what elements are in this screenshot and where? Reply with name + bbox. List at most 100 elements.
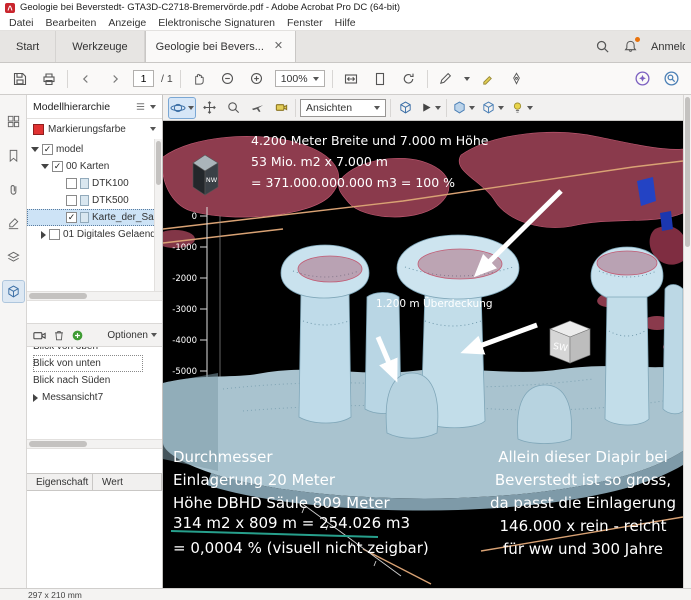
add-view-icon[interactable] [71,329,84,342]
tab-start[interactable]: Start [0,31,56,62]
menu-hilfe[interactable]: Hilfe [329,16,362,30]
hand-tool-icon[interactable] [188,68,210,90]
next-page-icon[interactable] [104,68,126,90]
checkbox[interactable] [52,161,63,172]
view-item[interactable]: Messansicht7 [33,389,162,406]
signatures-icon[interactable] [3,213,24,234]
map-node-icon [80,178,89,189]
projection-icon[interactable] [451,98,476,118]
panel-options-icon[interactable] [135,101,146,112]
notifications-bell-icon[interactable] [623,39,638,54]
marker-color-swatch[interactable] [33,124,44,135]
expander-icon[interactable] [33,394,38,402]
checkbox[interactable] [66,178,77,189]
comment-pencil-icon[interactable] [435,68,457,90]
menu-fenster[interactable]: Fenster [281,16,329,30]
search-icon[interactable] [595,39,610,54]
search-tools-icon[interactable] [660,68,682,90]
sign-icon[interactable] [506,68,528,90]
zoom-tool-icon[interactable] [223,98,243,118]
views-toolbar: Optionen [27,323,162,347]
bookmarks-icon[interactable] [3,145,24,166]
view-item[interactable]: Blick von unten [33,355,143,372]
print-icon[interactable] [38,68,60,90]
model-tree-toggle-icon[interactable] [395,98,415,118]
scrollbar-thumb[interactable] [685,97,690,247]
page-size-label: 297 x 210 mm [28,590,82,600]
views-dropdown[interactable]: Ansichten [300,99,386,117]
rotate-view-icon[interactable] [398,68,420,90]
chevron-down-icon[interactable] [150,105,156,109]
checkbox[interactable] [66,195,77,206]
views-options-dropdown[interactable]: Optionen [107,330,157,341]
prev-page-icon[interactable] [75,68,97,90]
model-tree-icon[interactable] [3,281,24,302]
camera-view-icon[interactable] [32,328,47,343]
tree-row-model[interactable]: model [27,141,162,158]
separator [390,99,391,117]
play-animation-icon[interactable] [419,98,442,118]
chevron-down-icon [498,106,504,110]
menu-signaturen[interactable]: Elektronische Signaturen [152,16,281,30]
fly-tool-icon[interactable] [247,98,267,118]
expander-icon[interactable] [41,231,46,239]
expander-icon[interactable] [41,164,49,169]
tree-row-dtk100[interactable]: DTK100 [27,175,162,192]
tree-vertical-scrollbar[interactable] [154,139,162,291]
fit-width-icon[interactable] [340,68,362,90]
separator [295,99,296,117]
sign-in-link[interactable]: Anmelden [651,41,685,53]
page-thumbnails-icon[interactable] [3,111,24,132]
svg-text:= 371.000.000.000 m3 = 100 %: = 371.000.000.000 m3 = 100 % [251,175,455,190]
tab-werkzeuge[interactable]: Werkzeuge [56,31,144,62]
views-horizontal-scrollbar[interactable] [27,439,162,449]
zoom-in-icon[interactable] [246,68,268,90]
tree-row-dtk500[interactable]: DTK500 [27,192,162,209]
value-column-header[interactable]: Wert [93,474,162,490]
marker-color-control[interactable]: Markierungsfarbe [27,119,162,139]
view-item[interactable]: Blick nach Süden [33,372,162,389]
menu-bearbeiten[interactable]: Bearbeiten [40,16,103,30]
fit-page-icon[interactable] [369,68,391,90]
chevron-down-icon [374,106,380,110]
tree-horizontal-scrollbar[interactable] [27,291,162,301]
toolbar-right-group [631,68,682,90]
menu-anzeige[interactable]: Anzeige [102,16,152,30]
chevron-down-icon[interactable] [464,77,470,81]
checkbox[interactable] [42,144,53,155]
checkbox[interactable] [49,229,60,240]
tree-row-gelaendemodell[interactable]: 01 Digitales Gelaendemodell [27,226,162,243]
scrollbar-thumb[interactable] [29,441,87,447]
page-number-input[interactable] [133,70,154,87]
document-vertical-scrollbar[interactable] [683,95,691,588]
lighting-icon[interactable] [509,98,534,118]
highlight-icon[interactable] [477,68,499,90]
ai-assistant-icon[interactable] [631,68,653,90]
zoom-out-icon[interactable] [217,68,239,90]
acrobat-app-icon [5,3,15,13]
tab-document[interactable]: Geologie bei Bevers... ✕ [145,31,296,62]
zoom-level-dropdown[interactable]: 100% [275,70,325,87]
layers-icon[interactable] [3,247,24,268]
svg-text:-1000: -1000 [172,243,197,253]
scrollbar-thumb[interactable] [29,293,87,299]
pan-tool-icon[interactable] [199,98,219,118]
save-icon[interactable] [9,68,31,90]
render-mode-icon[interactable] [480,98,505,118]
content-region: Modellhierarchie Markierungsfarbe model [0,95,691,588]
menu-datei[interactable]: Datei [3,16,40,30]
delete-view-icon[interactable] [52,328,66,342]
tree-row-salzstrukturen[interactable]: Karte_der_Salzstrukturen [27,209,162,226]
property-column-header[interactable]: Eigenschaft [27,474,93,490]
3d-canvas[interactable]: 0 -1000 -2000 -3000 -4000 -5000 -6000 -7… [163,121,683,588]
tree-row-karten[interactable]: 00 Karten [27,158,162,175]
checkbox[interactable] [66,212,77,223]
expander-icon[interactable] [31,147,39,152]
view-item[interactable]: Blick von oben [33,347,162,355]
attachments-icon[interactable] [3,179,24,200]
tree-node-label: DTK500 [92,195,129,206]
camera-tool-icon[interactable] [271,98,291,118]
tab-close-icon[interactable]: ✕ [272,40,285,53]
scrollbar-thumb[interactable] [156,141,161,185]
rotate-tool-icon[interactable] [169,98,195,118]
